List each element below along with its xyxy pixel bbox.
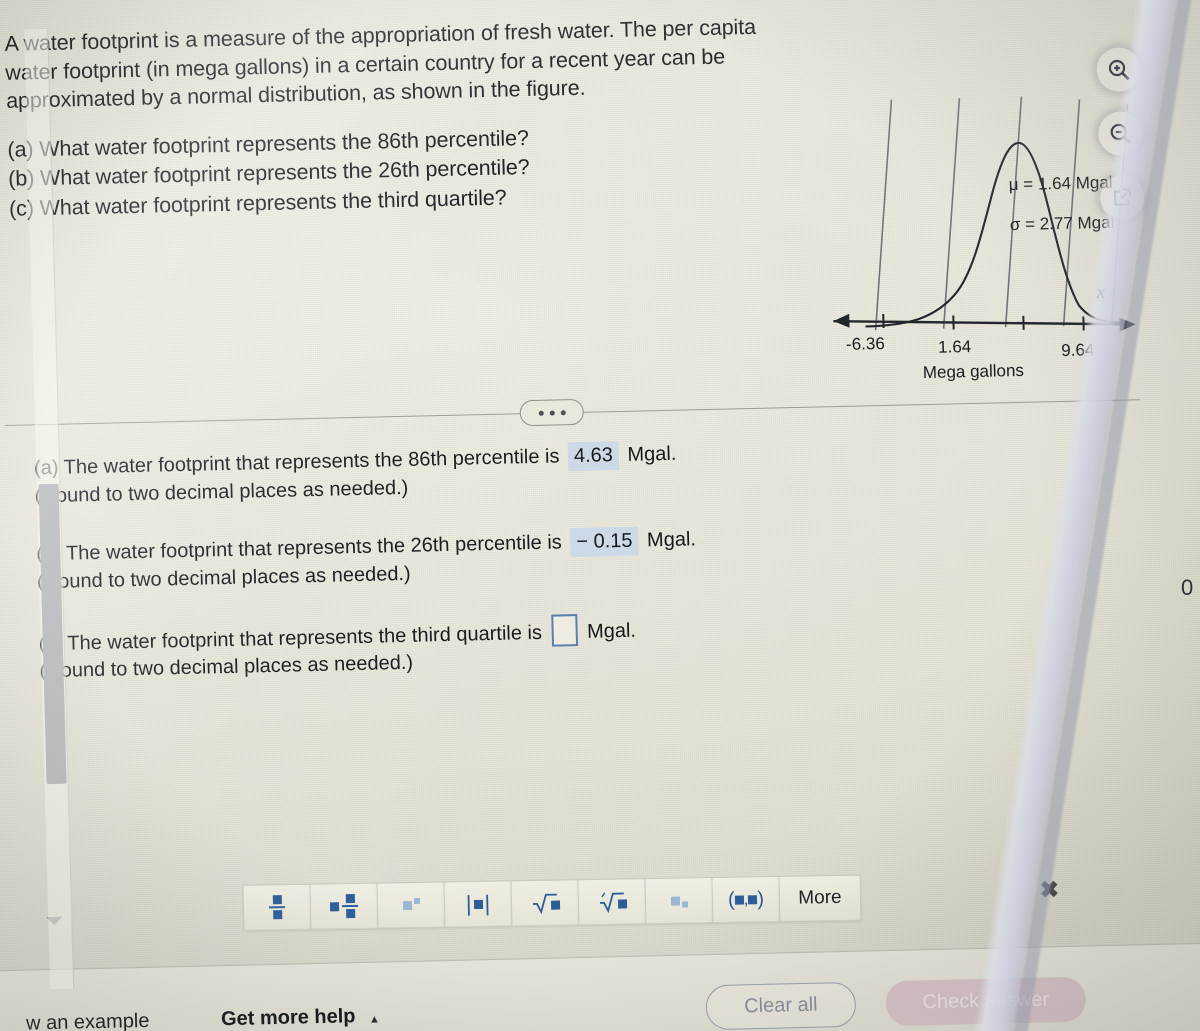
more-symbols-button[interactable]: More [778,874,862,922]
ordered-pair-button[interactable]: (,) [711,875,780,924]
fraction-button[interactable] [242,883,311,931]
get-more-help-link[interactable]: Get more help [221,1005,356,1031]
problem-statement: A water footprint is a measure of the ap… [4,12,809,225]
view-an-example-link[interactable]: w an example [26,1010,150,1031]
absolute-value-button[interactable]: | | [443,880,512,928]
answer-block-c: (c) The water footprint that represents … [38,608,819,684]
answer-unit-c: Mgal. [586,619,637,643]
answer-section: (a) The water footprint that represents … [34,437,821,715]
subscript-button[interactable] [644,877,713,925]
answer-unit-a: Mgal. [627,442,677,466]
nth-root-button[interactable] [577,878,646,926]
problem-questions: (a) What water footprint represents the … [7,117,809,223]
answer-input-c[interactable] [550,613,578,647]
square-root-button[interactable] [510,879,579,927]
ellipsis-icon[interactable] [519,398,585,427]
answer-input-a[interactable]: 4.63 [567,441,620,472]
clear-all-button[interactable]: Clear all [705,981,857,1031]
help-caret-icon[interactable]: ▴ [371,1011,378,1027]
answer-block-a: (a) The water footprint that represents … [34,437,815,510]
math-symbol-toolbar: | | (,) More [242,874,862,931]
tick-label-center: 1.64 [937,337,972,357]
section-divider [4,379,1145,445]
x-axis-title: Mega gallons [922,360,1025,383]
exponent-button[interactable] [376,881,445,929]
photo-of-screen: A water footprint is a measure of the ap… [0,0,1200,1031]
mixed-fraction-button[interactable] [309,882,378,930]
axis-arrow-left [833,313,850,328]
answer-unit-b: Mgal. [646,528,697,552]
mu-annotation: μ = 1.64 Mgal [1008,172,1113,195]
problem-paragraph: A water footprint is a measure of the ap… [4,14,757,114]
answer-block-b: (b) The water footprint that represents … [36,522,817,595]
tick-label-left: -6.36 [845,333,886,354]
answer-input-b[interactable]: − 0.15 [569,526,639,558]
stray-zero-text: 0 [1181,575,1194,600]
